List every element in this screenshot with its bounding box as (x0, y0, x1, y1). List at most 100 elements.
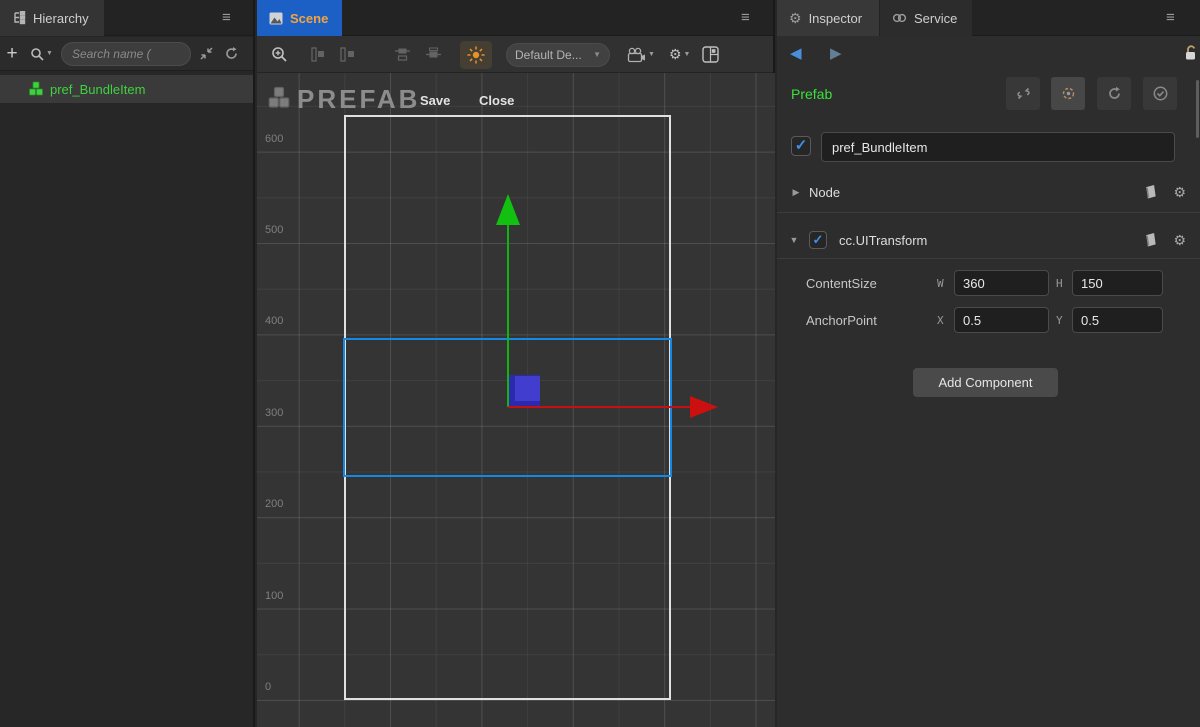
service-link-icon (892, 13, 907, 23)
anchorpoint-label: AnchorPoint (806, 313, 877, 328)
create-node-button[interactable]: + (0, 43, 24, 65)
tab-hierarchy[interactable]: Hierarchy (0, 0, 104, 36)
design-resolution-dropdown[interactable]: Default De... ▼ (506, 43, 610, 67)
ruler-label-100: 100 (265, 590, 283, 602)
hierarchy-tree-icon (12, 11, 26, 25)
gizmo-x-axis[interactable] (508, 406, 690, 408)
section-divider (777, 258, 1200, 259)
tab-inspector[interactable]: ⚙ Inspector (777, 0, 879, 36)
contentsize-row: ContentSize W H (777, 267, 1200, 299)
target-icon (1060, 85, 1077, 102)
scene-toolbar: Default De... ▼ ▼ ⚙ ▼ (257, 37, 773, 73)
node-section-caret-icon[interactable]: ▶ (789, 187, 803, 198)
ruler-label-300: 300 (265, 407, 283, 419)
hierarchy-panel: Hierarchy ≡ + ▼ (0, 0, 255, 727)
node-settings-gear-icon[interactable]: ⚙ (1173, 184, 1186, 201)
layout-grid-icon[interactable] (702, 46, 719, 63)
check-circle-icon (1152, 85, 1169, 102)
hierarchy-search-input[interactable] (61, 42, 191, 66)
prefab-save-button[interactable]: Save (420, 93, 450, 108)
zoom-tool-icon[interactable] (271, 46, 288, 63)
anchorpoint-y-tag: Y (1056, 314, 1063, 327)
scene-canvas[interactable]: 600 500 400 300 200 100 0 PREFAB Save Cl… (257, 73, 775, 727)
camera-caret-icon: ▼ (648, 51, 655, 58)
inspector-gear-icon: ⚙ (789, 10, 802, 27)
hierarchy-tabbar: Hierarchy ≡ (0, 0, 253, 36)
uitransform-section-label: cc.UITransform (839, 233, 927, 248)
node-docs-icon[interactable] (1143, 184, 1159, 200)
node-section-label: Node (809, 185, 840, 200)
inspector-panel: ⚙ Inspector Service ≡ ◀ ▶ Prefab (777, 0, 1200, 727)
gizmo-y-axis[interactable] (507, 225, 509, 407)
prefab-banner-cube-icon (267, 86, 291, 110)
align-top-icon[interactable] (394, 47, 411, 62)
hierarchy-item-label: pref_BundleItem (50, 82, 145, 97)
nav-back-button[interactable]: ◀ (790, 44, 802, 62)
gear-icon: ⚙ (669, 46, 682, 63)
uitransform-docs-icon[interactable] (1143, 232, 1159, 248)
prefab-asset-label: Prefab (791, 86, 832, 102)
scene-panel: Scene ≡ (257, 0, 775, 727)
search-icon (30, 47, 44, 61)
tab-service[interactable]: Service (880, 0, 972, 36)
align-middle-icon[interactable] (425, 47, 442, 62)
contentsize-w-input[interactable] (954, 270, 1049, 296)
gizmo-settings-button[interactable]: ⚙ ▼ (669, 46, 691, 63)
contentsize-label: ContentSize (806, 276, 877, 291)
prefab-close-button[interactable]: Close (479, 93, 514, 108)
tab-inspector-label: Inspector (809, 11, 862, 26)
anchorpoint-y-input[interactable] (1072, 307, 1163, 333)
gizmo-y-axis-arrowhead[interactable] (496, 194, 520, 225)
prefab-unlink-button[interactable] (1006, 77, 1040, 110)
align-center-h-icon[interactable] (340, 47, 356, 62)
ruler-label-600: 600 (265, 133, 283, 145)
cocos-creator-window: Hierarchy ≡ + ▼ (0, 0, 1200, 727)
reset-icon (1106, 85, 1123, 102)
node-name-input[interactable] (821, 132, 1175, 162)
ruler-label-200: 200 (265, 498, 283, 510)
hierarchy-menu-icon[interactable]: ≡ (222, 8, 231, 28)
scene-menu-icon[interactable]: ≡ (741, 8, 750, 28)
node-active-checkbox[interactable]: ✓ (791, 136, 811, 156)
uitransform-caret-icon[interactable]: ▼ (787, 235, 801, 245)
uitransform-settings-gear-icon[interactable]: ⚙ (1173, 232, 1186, 249)
gizmo-anchor-handle[interactable] (508, 375, 540, 407)
dropdown-caret-icon: ▼ (593, 50, 601, 59)
inspector-scrollbar[interactable] (1196, 80, 1199, 138)
prefab-locate-button[interactable] (1051, 77, 1085, 110)
uitransform-section-header[interactable]: ▼ ✓ cc.UITransform ⚙ (777, 224, 1200, 256)
unlink-icon (1015, 85, 1032, 102)
uitransform-enabled-checkbox[interactable]: ✓ (809, 231, 827, 249)
node-section-header[interactable]: ▶ Node ⚙ (777, 176, 1200, 208)
anchorpoint-row: AnchorPoint X Y (777, 304, 1200, 336)
camera-menu-button[interactable]: ▼ (626, 47, 655, 63)
contentsize-w-tag: W (937, 277, 944, 290)
prefab-reset-button[interactable] (1097, 77, 1131, 110)
tab-scene[interactable]: Scene (257, 0, 342, 36)
hierarchy-item-pref-bundleitem[interactable]: pref_BundleItem (0, 75, 253, 103)
check-icon: ✓ (813, 232, 824, 247)
scene-light-toggle[interactable] (460, 41, 492, 69)
unlock-icon[interactable] (1183, 44, 1199, 61)
search-filter-button[interactable]: ▼ (30, 47, 53, 61)
contentsize-h-input[interactable] (1072, 270, 1163, 296)
design-resolution-value: Default De... (515, 48, 591, 62)
check-icon: ✓ (795, 137, 808, 154)
prefab-apply-button[interactable] (1143, 77, 1177, 110)
anchorpoint-x-input[interactable] (954, 307, 1049, 333)
scene-picture-icon (269, 12, 283, 25)
inspector-tabbar: ⚙ Inspector Service ≡ (777, 0, 1200, 36)
ruler-label-500: 500 (265, 224, 283, 236)
nav-forward-button[interactable]: ▶ (830, 44, 842, 62)
tab-service-label: Service (914, 11, 957, 26)
contentsize-h-tag: H (1056, 277, 1063, 290)
collapse-all-icon[interactable] (199, 46, 214, 61)
gizmo-x-axis-arrowhead[interactable] (690, 396, 718, 418)
tab-scene-label: Scene (290, 11, 328, 26)
inspector-menu-icon[interactable]: ≡ (1166, 8, 1175, 28)
add-component-button[interactable]: Add Component (913, 368, 1058, 397)
gizmo-anchor-handle-highlight (515, 376, 540, 401)
prefab-banner-title: PREFAB (297, 84, 420, 115)
align-left-icon[interactable] (310, 47, 326, 62)
refresh-icon[interactable] (224, 46, 239, 61)
